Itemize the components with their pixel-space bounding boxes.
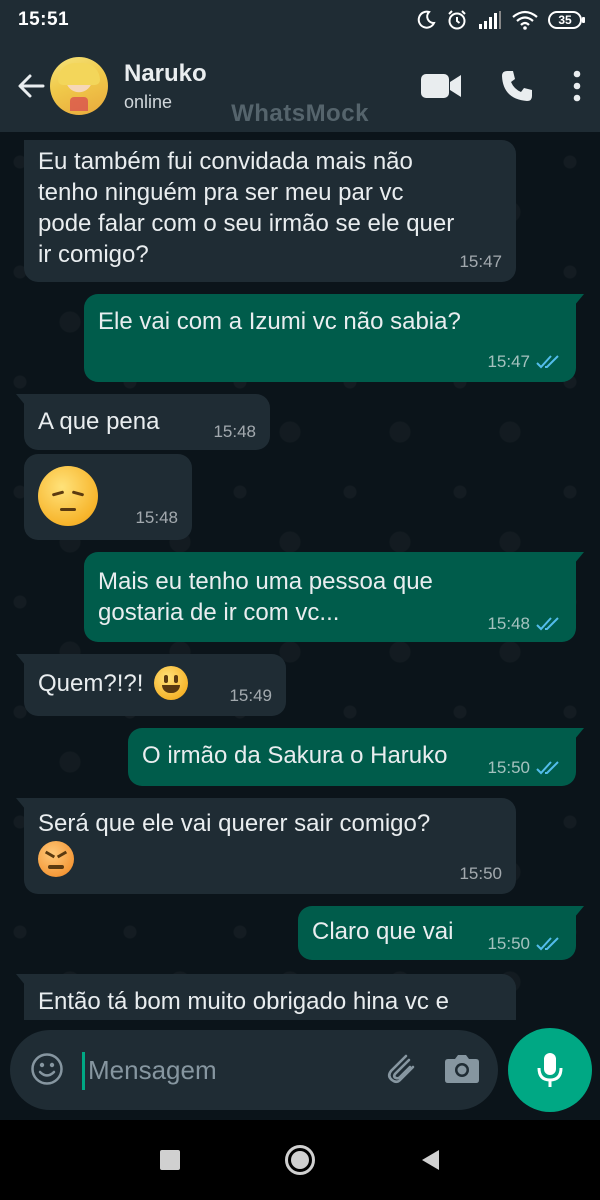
status-time: 15:51 [18,9,70,30]
signal-icon [479,11,501,29]
message-time: 15:47 [459,252,502,271]
message-text: Quem?!?! [38,670,144,697]
persevering-face-icon [38,841,74,877]
emoji-button[interactable] [30,1052,64,1091]
chat-area[interactable]: Eu também fui convidada mais não tenho n… [0,132,600,1020]
message-outgoing[interactable]: Ele vai com a Izumi vc não sabia? 15:47 [84,294,584,382]
message-text: Ele vai com a Izumi vc não sabia? [98,308,461,335]
wifi-icon [512,10,538,30]
smiley-icon [31,1053,63,1085]
status-bar: 15:51 35 [0,0,600,40]
triangle-back-icon [422,1150,439,1170]
attach-button[interactable] [382,1050,418,1093]
read-ticks-icon [536,355,559,369]
more-options-button[interactable] [572,70,582,102]
composer [0,1020,600,1120]
paperclip-icon [387,1054,415,1084]
message-incoming[interactable]: Então tá bom muito obrigado hina vc e [16,974,516,1020]
phone-icon [502,71,532,101]
more-icon [573,70,581,102]
message-time: 15:48 [487,614,530,633]
video-call-button[interactable] [420,72,462,100]
moon-icon [417,10,436,29]
read-ticks-icon [536,761,559,775]
video-call-icon [421,74,461,98]
home-circle-icon [285,1145,315,1175]
message-incoming[interactable]: Será que ele vai querer sair comigo? 15:… [16,798,516,894]
text-cursor [82,1052,85,1090]
grinning-face-icon [153,665,188,700]
watermark: WhatsMock [231,100,369,127]
message-text: Então tá bom muito obrigado hina vc e [38,988,449,1015]
voice-record-button[interactable] [508,1028,592,1112]
message-incoming[interactable]: A que pena 15:48 [16,394,270,450]
message-time: 15:50 [487,758,530,777]
read-ticks-icon [536,617,559,631]
camera-icon [445,1055,479,1083]
status-icons: 35 [416,9,585,31]
message-time: 15:48 [135,508,178,527]
recents-button[interactable] [150,1140,190,1180]
pensive-face-icon [38,466,98,526]
system-nav-bar [0,1120,600,1200]
message-time: 15:50 [459,864,502,883]
message-outgoing[interactable]: O irmão da Sakura o Haruko 15:50 [128,728,584,786]
alarm-icon [448,10,466,30]
home-button[interactable] [280,1140,320,1180]
battery-icon: 35 [548,11,585,29]
square-icon [160,1150,180,1170]
message-text: Eu também fui convidada mais não tenho n… [38,148,455,268]
message-time: 15:50 [487,934,530,953]
message-incoming[interactable]: Quem?!?! 15:49 [16,654,286,716]
message-input-container[interactable] [10,1030,498,1110]
back-arrow-icon [18,74,45,98]
message-incoming[interactable]: 15:48 [24,454,192,540]
voice-call-button[interactable] [500,69,534,103]
message-incoming[interactable]: Eu também fui convidada mais não tenho n… [24,140,516,282]
message-time: 15:48 [213,422,256,441]
message-outgoing[interactable]: Mais eu tenho uma pessoa que gostaria de… [84,552,584,642]
message-time: 15:47 [487,352,530,371]
message-input[interactable] [88,1050,368,1090]
read-ticks-icon [536,937,559,951]
contact-name: Naruko [124,59,207,87]
microphone-icon [537,1053,563,1087]
back-nav-button[interactable] [410,1140,450,1180]
message-outgoing[interactable]: Claro que vai 15:50 [298,906,584,960]
camera-button[interactable] [444,1052,480,1089]
message-time: 15:49 [229,686,272,705]
message-text: Será que ele vai querer sair comigo? [38,810,431,837]
